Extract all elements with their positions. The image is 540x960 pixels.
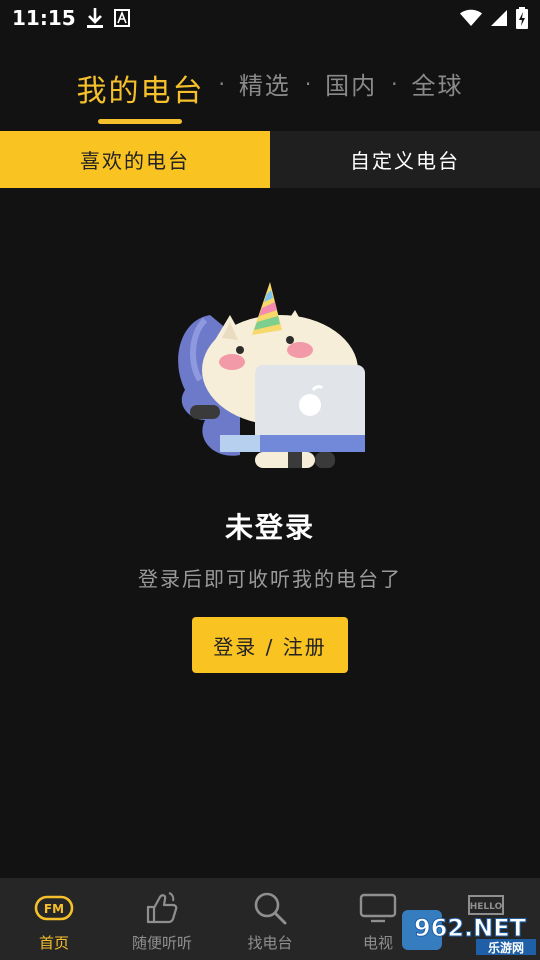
nav-random-listen[interactable]: 随便听听 — [108, 878, 216, 960]
fm-icon-text: FM — [44, 902, 64, 916]
tab-global[interactable]: 全球 — [412, 60, 464, 107]
login-register-button[interactable]: 登录 / 注册 — [192, 617, 348, 673]
unicorn-laptop-illustration — [170, 280, 370, 475]
nav-tv-label: 电视 — [362, 934, 393, 952]
tv-icon — [358, 890, 398, 926]
watermark-sub: 乐游网 — [488, 940, 524, 955]
segment-custom-stations[interactable]: 自定义电台 — [270, 131, 540, 188]
tab-featured[interactable]: 精选 — [239, 60, 291, 107]
thumbs-up-icon — [142, 890, 182, 926]
tab-separator: · — [391, 72, 398, 96]
status-time: 11:15 — [12, 6, 76, 30]
nav-home-label: 首页 — [38, 934, 69, 952]
watermark-brand: 962.NET — [414, 914, 527, 942]
tab-domestic[interactable]: 国内 — [325, 60, 377, 107]
nav-find-station[interactable]: 找电台 — [216, 878, 324, 960]
keyboard-a-icon — [113, 9, 130, 27]
empty-state-subtitle: 登录后即可收听我的电台了 — [138, 567, 402, 591]
nav-find-station-label: 找电台 — [247, 934, 293, 952]
status-bar: 11:15 — [0, 0, 540, 36]
site-watermark: 962.NET 乐游网 — [400, 906, 538, 956]
empty-state-title: 未登录 — [224, 511, 315, 544]
tab-separator: · — [218, 72, 225, 96]
fm-icon: FM — [34, 890, 74, 926]
segment-favorite-stations[interactable]: 喜欢的电台 — [0, 131, 270, 188]
search-icon — [250, 890, 290, 926]
download-icon — [86, 7, 104, 29]
tab-separator: · — [304, 72, 312, 96]
signal-icon — [490, 9, 508, 27]
tab-my-radio[interactable]: 我的电台 — [76, 60, 204, 124]
battery-icon — [516, 7, 528, 29]
top-tab-bar: 我的电台 · 精选 · 国内 · 全球 — [0, 60, 540, 124]
nav-home[interactable]: FM 首页 — [0, 878, 108, 960]
segmented-control: 喜欢的电台 自定义电台 — [0, 131, 540, 188]
wifi-icon — [460, 9, 482, 27]
nav-random-listen-label: 随便听听 — [131, 934, 192, 952]
